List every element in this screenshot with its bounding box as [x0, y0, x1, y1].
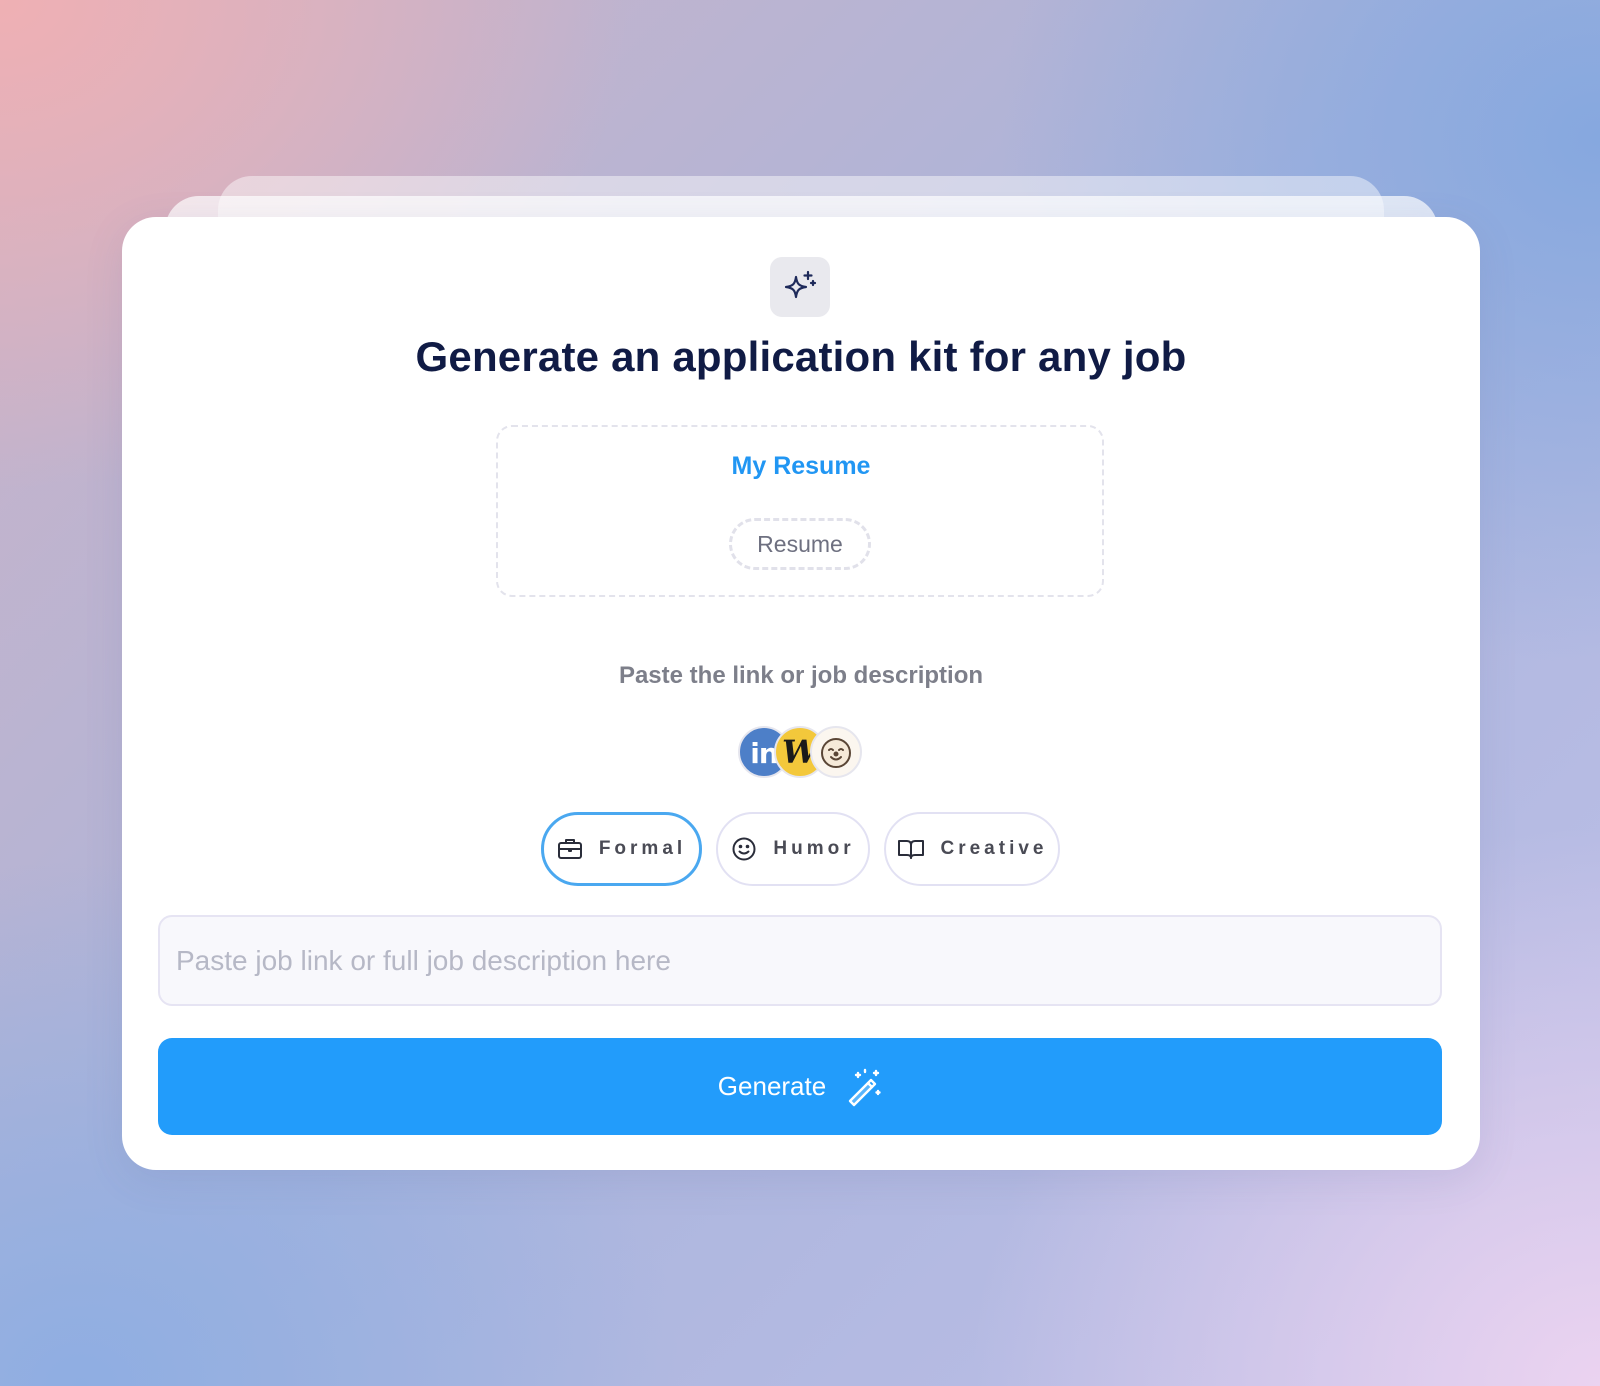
resume-chip[interactable]: Resume	[729, 518, 871, 570]
generate-button-label: Generate	[717, 1071, 827, 1101]
tone-humor-label: Humor	[773, 838, 855, 859]
tone-formal-label: Formal	[598, 838, 687, 859]
tone-humor-button[interactable]: Humor	[716, 812, 870, 886]
smile-icon	[732, 837, 756, 861]
generate-button[interactable]: Generate	[158, 1038, 1442, 1135]
briefcase-icon	[557, 839, 582, 859]
page-title: Generate an application kit for any job	[415, 333, 1187, 380]
resume-dropzone[interactable]	[496, 425, 1104, 597]
paste-instructions-label: Paste the link or job description	[618, 662, 984, 689]
job-description-input[interactable]	[158, 915, 1442, 1006]
job-source-logos: in W	[738, 726, 862, 778]
tone-creative-button[interactable]: Creative	[884, 812, 1060, 886]
open-book-icon	[897, 840, 924, 859]
otta-logo	[810, 726, 862, 778]
sparkles-icon	[770, 257, 830, 317]
tone-formal-button[interactable]: Formal	[541, 812, 702, 886]
tone-creative-label: Creative	[940, 838, 1048, 859]
resume-section-title: My Resume	[731, 452, 871, 480]
magic-wand-icon	[849, 1068, 881, 1106]
